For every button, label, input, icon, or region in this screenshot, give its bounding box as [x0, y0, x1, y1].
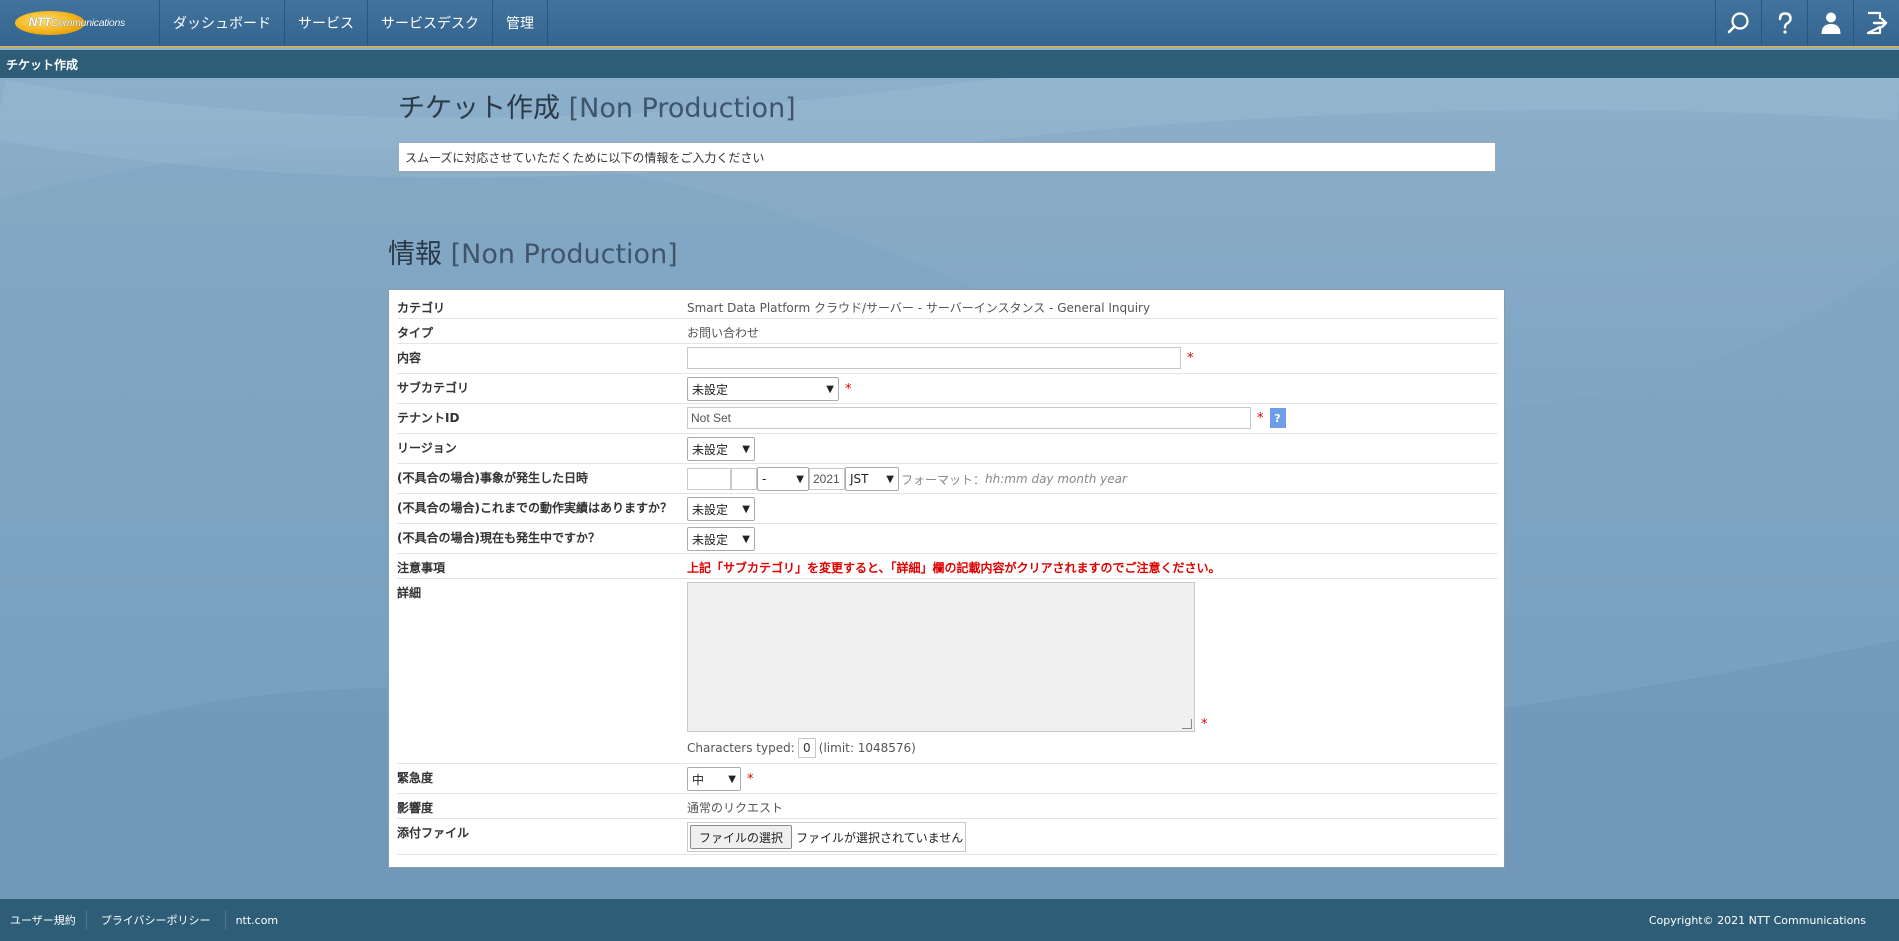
- form-row-subcategory: サブカテゴリ 未設定 ▼ *: [397, 374, 1498, 404]
- required-marker: *: [1201, 717, 1208, 732]
- required-marker: *: [1257, 410, 1264, 426]
- form-row-tenant: テナントID * ?: [397, 404, 1498, 434]
- chevron-down-icon: ▼: [742, 503, 750, 515]
- ongoing-label: (不具合の場合)現在も発生中ですか？: [397, 531, 600, 545]
- format-prefix: フォーマット：: [901, 472, 986, 487]
- top-navigation-bar: NTTCommunications ダッシュボード サービス サービスデスク 管…: [0, 0, 1899, 48]
- occurred-day-input[interactable]: [731, 468, 757, 490]
- footer-privacy-link[interactable]: プライバシーポリシー: [87, 910, 226, 930]
- page-title: チケット作成 [Non Production]: [398, 93, 796, 124]
- ongoing-select[interactable]: 未設定 ▼: [687, 527, 755, 551]
- detail-textarea[interactable]: [687, 582, 1195, 732]
- help-icon[interactable]: [1761, 0, 1807, 46]
- nav-dashboard[interactable]: ダッシュボード: [160, 0, 285, 46]
- tenant-label: テナントID: [397, 411, 460, 425]
- chevron-down-icon: ▼: [742, 533, 750, 545]
- ntt-communications-logo[interactable]: NTTCommunications: [0, 0, 160, 46]
- history-select[interactable]: 未設定 ▼: [687, 497, 755, 521]
- occurred-time-input[interactable]: [687, 468, 731, 490]
- history-label: (不具合の場合)これまでの動作実績はありますか？: [397, 501, 672, 515]
- timezone-select[interactable]: JST ▼: [845, 467, 899, 491]
- footer-terms-link[interactable]: ユーザー規約: [0, 910, 87, 930]
- section-title: 情報 [Non Production]: [388, 239, 678, 270]
- form-row-occurred: (不具合の場合)事象が発生した日時 - ▼ JST ▼ フォーマット： hh:m…: [397, 464, 1498, 494]
- breadcrumb-current: チケット作成: [6, 57, 79, 72]
- breadcrumb-bar: チケット作成: [0, 50, 1899, 78]
- impact-value: 通常のリクエスト: [687, 801, 784, 815]
- chevron-down-icon: ▼: [742, 443, 750, 455]
- footer: ユーザー規約 プライバシーポリシー ntt.com Copyright© 202…: [0, 899, 1899, 941]
- category-value: Smart Data Platform クラウド/サーバー - サーバーインスタ…: [687, 301, 1151, 315]
- logout-icon[interactable]: [1853, 0, 1899, 46]
- attachment-label: 添付ファイル: [397, 826, 470, 840]
- chevron-down-icon: ▼: [886, 473, 894, 485]
- character-counter: Characters typed: 0 (limit: 1048576): [687, 738, 1498, 758]
- search-icon[interactable]: [1715, 0, 1761, 46]
- required-marker: *: [747, 771, 754, 787]
- required-marker: *: [845, 381, 852, 397]
- nav-admin[interactable]: 管理: [493, 0, 548, 46]
- file-status: ファイルが選択されていません: [796, 830, 964, 845]
- chars-count: 0: [797, 738, 816, 758]
- nav-services[interactable]: サービス: [285, 0, 368, 46]
- caution-label: 注意事項: [397, 561, 446, 575]
- occurred-year-input[interactable]: [809, 468, 845, 490]
- form-row-region: リージョン 未設定 ▼: [397, 434, 1498, 464]
- choose-file-button[interactable]: ファイルの選択: [690, 825, 793, 849]
- required-marker: *: [1187, 350, 1194, 366]
- region-label: リージョン: [397, 441, 457, 455]
- file-input[interactable]: ファイルの選択 ファイルが選択されていません: [687, 822, 967, 852]
- subcategory-select[interactable]: 未設定 ▼: [687, 377, 839, 401]
- footer-copyright: Copyright© 2021 NTT Communications: [1648, 913, 1866, 927]
- form-row-ongoing: (不具合の場合)現在も発生中ですか？ 未設定 ▼: [397, 524, 1498, 554]
- chevron-down-icon: ▼: [728, 773, 736, 785]
- chevron-down-icon: ▼: [796, 473, 804, 485]
- urgency-select[interactable]: 中 ▼: [687, 767, 741, 791]
- type-label: タイプ: [397, 326, 434, 340]
- category-label: カテゴリ: [397, 301, 446, 315]
- form-row-content: 内容 *: [397, 344, 1498, 374]
- tenant-id-input[interactable]: [687, 407, 1251, 429]
- user-icon[interactable]: [1807, 0, 1853, 46]
- form-row-impact: 影響度 通常のリクエスト: [397, 794, 1498, 819]
- region-select[interactable]: 未設定 ▼: [687, 437, 755, 461]
- form-row-urgency: 緊急度 中 ▼ *: [397, 764, 1498, 794]
- detail-label: 詳細: [397, 586, 422, 600]
- tenant-help-button[interactable]: ?: [1269, 408, 1286, 428]
- resize-handle-icon[interactable]: [1182, 719, 1192, 729]
- ticket-form: カテゴリ Smart Data Platform クラウド/サーバー - サーバ…: [388, 289, 1505, 868]
- urgency-label: 緊急度: [397, 771, 434, 785]
- content-input[interactable]: [687, 347, 1181, 369]
- occurred-month-select[interactable]: - ▼: [757, 467, 809, 491]
- occurred-label: (不具合の場合)事象が発生した日時: [397, 471, 588, 485]
- type-value: お問い合わせ: [687, 326, 760, 340]
- nav-service-desk[interactable]: サービスデスク: [368, 0, 493, 46]
- form-row-type: タイプ お問い合わせ: [397, 319, 1498, 344]
- impact-label: 影響度: [397, 801, 434, 815]
- format-hint: hh:mm day month year: [985, 472, 1127, 486]
- instruction-notice: スムーズに対応させていただくために以下の情報をご入力ください: [398, 142, 1496, 172]
- subcategory-label: サブカテゴリ: [397, 381, 470, 395]
- form-row-category: カテゴリ Smart Data Platform クラウド/サーバー - サーバ…: [397, 294, 1498, 319]
- form-row-attachment: 添付ファイル ファイルの選択 ファイルが選択されていません: [397, 819, 1498, 855]
- footer-site-link[interactable]: ntt.com: [226, 910, 289, 930]
- chevron-down-icon: ▼: [826, 383, 834, 395]
- content-label: 内容: [397, 351, 422, 365]
- caution-text: 上記「サブカテゴリ」を変更すると、「詳細」欄の記載内容がクリアされますのでご注意…: [687, 561, 1221, 575]
- form-row-history: (不具合の場合)これまでの動作実績はありますか？ 未設定 ▼: [397, 494, 1498, 524]
- form-row-caution: 注意事項 上記「サブカテゴリ」を変更すると、「詳細」欄の記載内容がクリアされます…: [397, 554, 1498, 579]
- form-row-detail: 詳細 * Characters typed: 0 (limit: 1048576…: [397, 579, 1498, 764]
